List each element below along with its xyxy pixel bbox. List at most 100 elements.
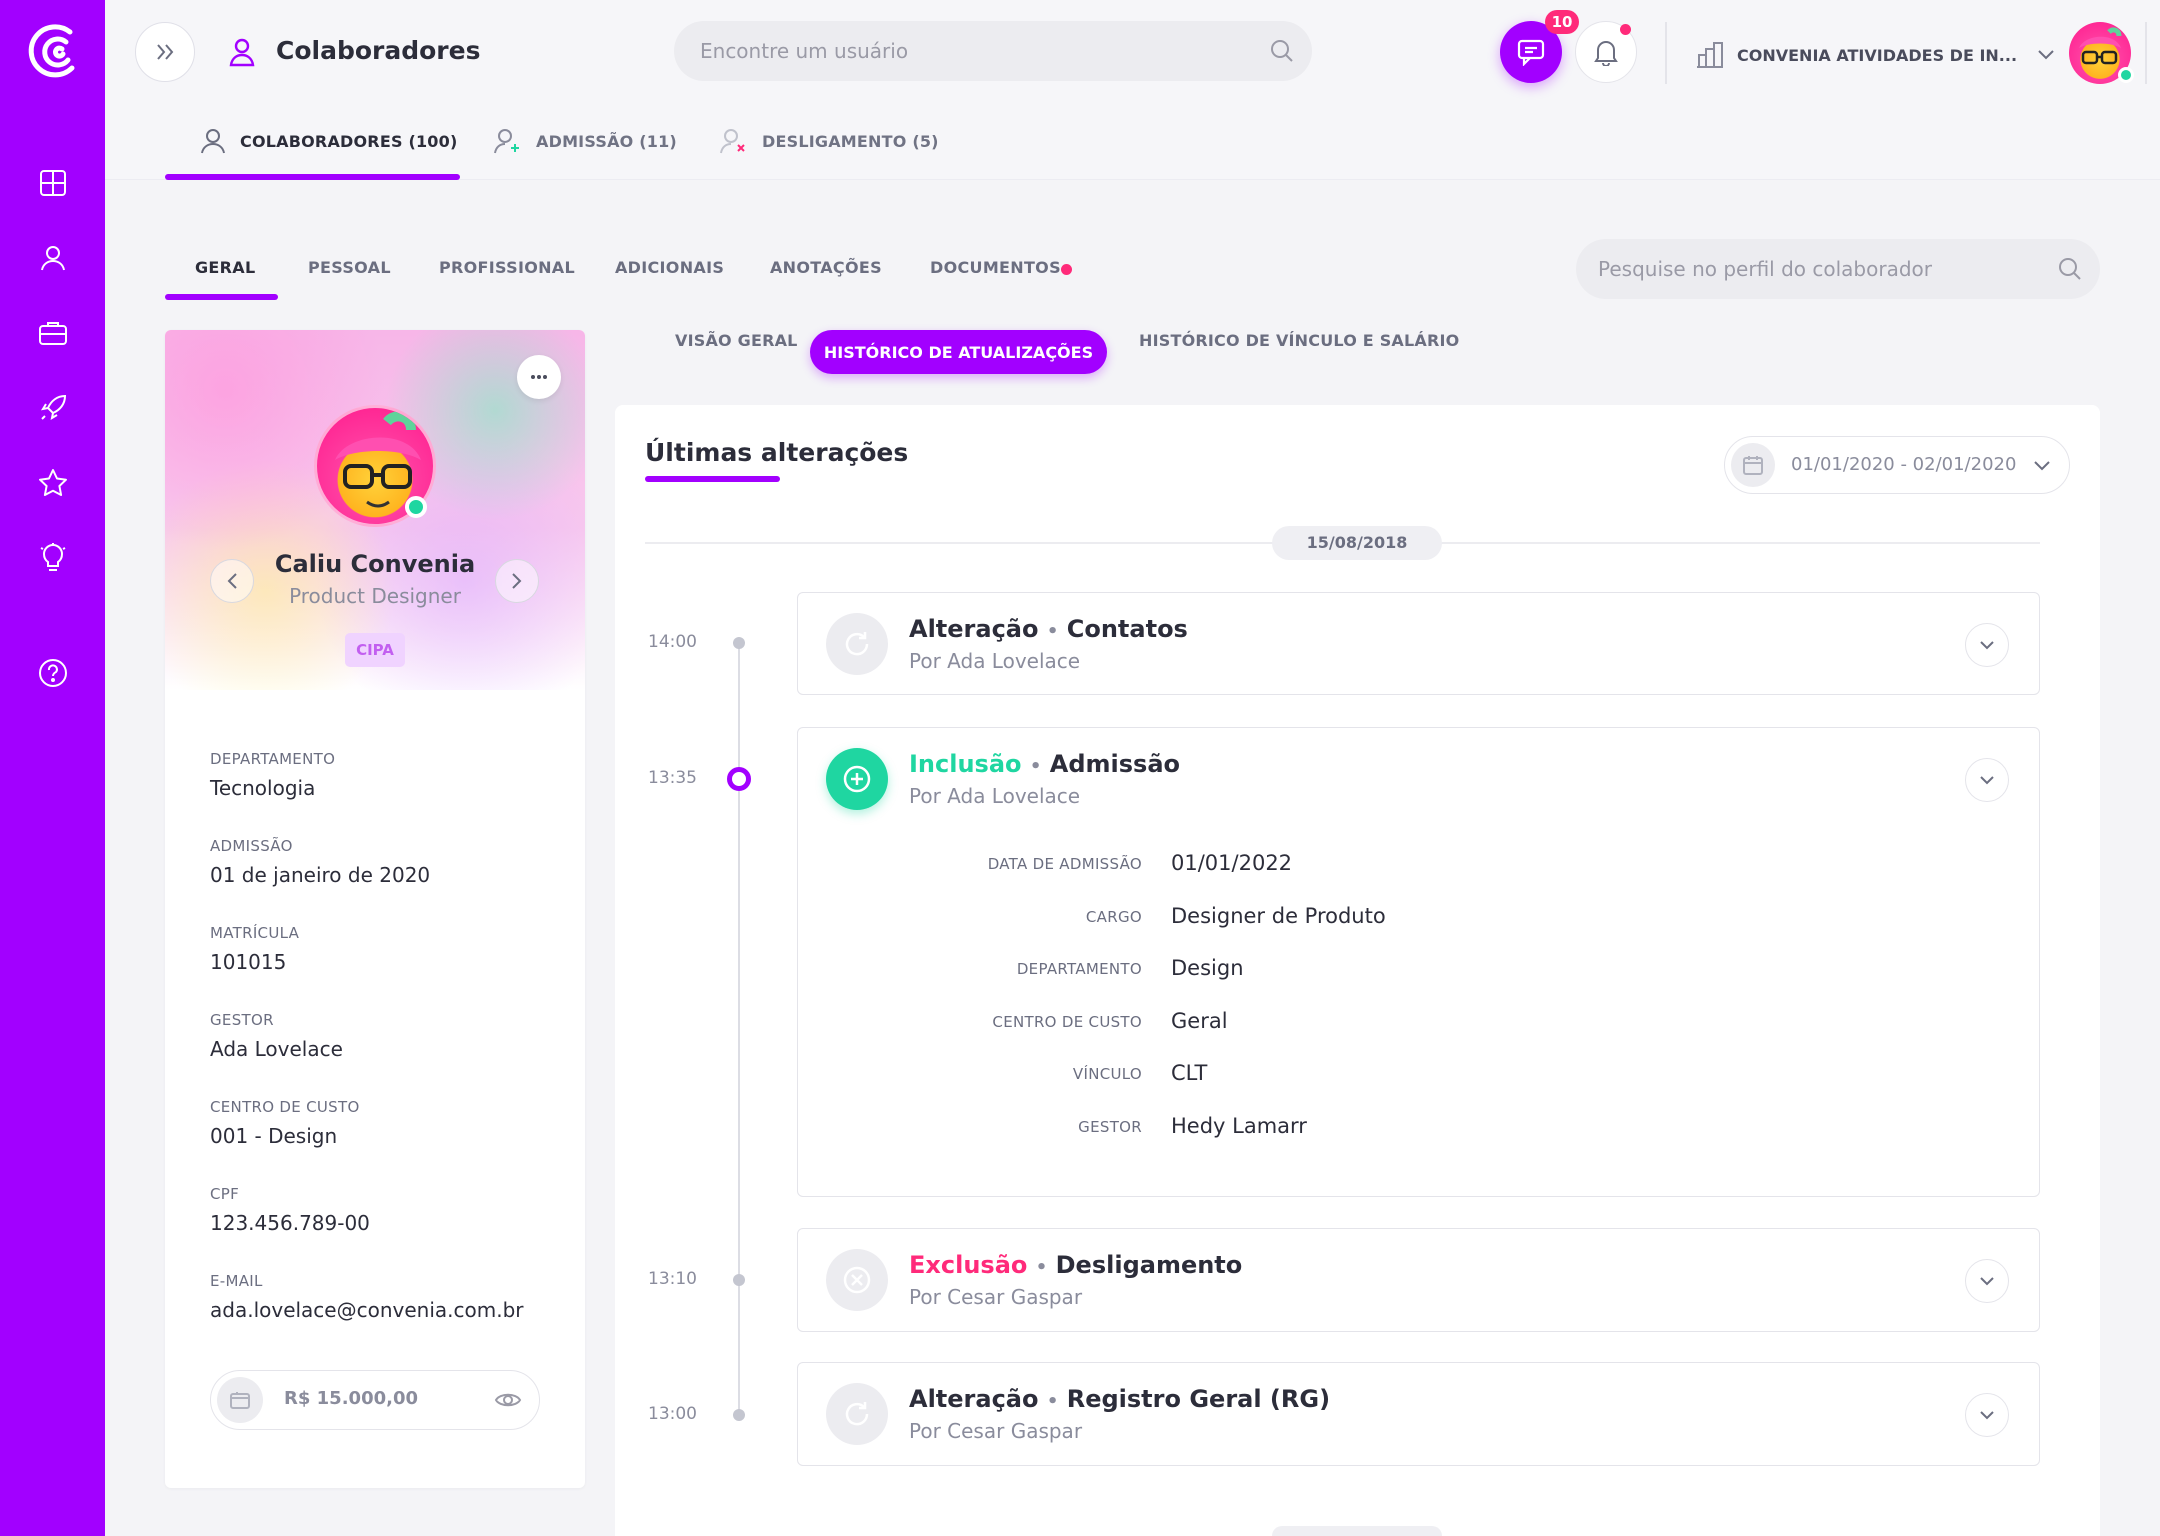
tab-historico-vinculo[interactable]: HISTÓRICO DE VÍNCULO E SALÁRIO [1139, 331, 1459, 350]
briefcase-icon[interactable] [34, 314, 72, 352]
tab-anotacoes[interactable]: ANOTAÇÕES [770, 258, 882, 277]
profile-card: Caliu Convenia Product Designer CIPA DEP… [165, 330, 585, 1488]
tab-geral[interactable]: GERAL [195, 258, 255, 277]
event-time: 13:00 [648, 1404, 697, 1424]
event-title: Exclusão • Desligamento [909, 1251, 1242, 1279]
event-title: Inclusão • Admissão [909, 750, 1180, 778]
event-separator: • [1046, 1391, 1059, 1412]
user-add-icon [494, 129, 519, 154]
field-value-departamento: Tecnologia [210, 776, 316, 800]
load-more-chip[interactable] [1272, 1526, 1442, 1536]
detail-label: DATA DE ADMISSÃO [987, 855, 1142, 873]
cipa-badge: CIPA [345, 633, 405, 667]
field-value-matricula: 101015 [210, 950, 287, 974]
chevron-double-right-icon [157, 44, 174, 60]
eye-icon[interactable] [494, 1390, 522, 1410]
detail-value: 01/01/2022 [1171, 851, 1293, 875]
tab-documentos[interactable]: DOCUMENTOS [930, 258, 1061, 277]
profile-search-input[interactable]: Pesquise no perfil do colaborador [1598, 257, 1932, 281]
event-separator: • [1029, 756, 1042, 777]
active-profile-tab-indicator [165, 294, 278, 300]
field-label-departamento: DEPARTAMENTO [210, 750, 336, 768]
close-circle-icon [826, 1249, 888, 1311]
detail-label: CARGO [1085, 908, 1142, 926]
tab-colaboradores[interactable]: COLABORADORES (100) [200, 129, 457, 154]
tab-pessoal[interactable]: PESSOAL [308, 258, 391, 277]
chevron-down-icon [2034, 461, 2050, 471]
event-separator: • [1046, 621, 1059, 642]
event-subject: Desligamento [1055, 1251, 1243, 1279]
timeline-dot [733, 1409, 745, 1421]
expand-event-button[interactable] [1965, 1393, 2009, 1437]
expand-sidebar-button[interactable] [135, 22, 195, 82]
event-subject: Contatos [1066, 615, 1188, 643]
chevron-down-icon [1980, 1277, 1994, 1286]
user-search[interactable]: Encontre um usuário [674, 21, 1312, 81]
detail-value: Designer de Produto [1171, 904, 1386, 928]
field-label-cpf: CPF [210, 1185, 240, 1203]
expand-event-button[interactable] [1965, 623, 2009, 667]
refresh-icon [826, 1383, 888, 1445]
profile-role: Product Designer [289, 584, 461, 608]
wallet-icon [217, 1377, 263, 1423]
user-search-input[interactable]: Encontre um usuário [700, 39, 908, 63]
tab-adicionais[interactable]: ADICIONAIS [615, 258, 724, 277]
detail-value: Hedy Lamarr [1171, 1114, 1307, 1138]
salary-value: R$ 15.000,00 [284, 1388, 418, 1409]
calendar-icon [1731, 443, 1775, 487]
rocket-icon[interactable] [34, 389, 72, 427]
timeline-line [738, 643, 740, 1413]
profile-search[interactable]: Pesquise no perfil do colaborador [1576, 239, 2100, 299]
timeline-dot [733, 1274, 745, 1286]
event-card[interactable]: Exclusão • Desligamento Por Cesar Gaspar [797, 1228, 2040, 1332]
history-title-underline [645, 476, 780, 482]
user-icon [201, 129, 225, 154]
event-author: Por Cesar Gaspar [909, 1285, 1083, 1309]
help-icon[interactable] [34, 654, 72, 692]
date-range-picker[interactable]: 01/01/2020 - 02/01/2020 [1724, 436, 2070, 494]
event-card[interactable]: Alteração • Registro Geral (RG) Por Cesa… [797, 1362, 2040, 1466]
convenia-logo[interactable] [26, 22, 80, 80]
expand-event-button[interactable] [1965, 758, 2009, 802]
active-tab-indicator [165, 174, 460, 180]
sidebar [0, 0, 105, 1536]
tab-desligamento[interactable]: DESLIGAMENTO (5) [720, 129, 939, 154]
refresh-icon [826, 613, 888, 675]
dashboard-icon[interactable] [34, 164, 72, 202]
event-title: Alteração • Contatos [909, 615, 1188, 643]
event-separator: • [1035, 1257, 1048, 1278]
star-icon[interactable] [34, 464, 72, 502]
detail-label: DEPARTAMENTO [1016, 960, 1142, 978]
event-author: Por Cesar Gaspar [909, 1419, 1083, 1443]
search-icon [2059, 258, 2081, 280]
tab-desligamento-label: DESLIGAMENTO (5) [762, 131, 939, 151]
field-label-email: E-MAIL [210, 1272, 263, 1290]
notification-dot [1620, 24, 1631, 35]
more-horizontal-icon [531, 375, 547, 379]
field-value-gestor: Ada Lovelace [210, 1037, 343, 1061]
header-divider [2145, 22, 2147, 84]
field-label-centro-de-custo: CENTRO DE CUSTO [210, 1098, 360, 1116]
event-subject: Registro Geral (RG) [1066, 1385, 1331, 1413]
tab-admissao[interactable]: ADMISSÃO (11) [494, 129, 677, 154]
tab-historico-atualizacoes[interactable]: HISTÓRICO DE ATUALIZAÇÕES [810, 330, 1107, 374]
user-icon[interactable] [34, 239, 72, 277]
more-options-button[interactable] [517, 355, 561, 399]
chevron-down-icon [1980, 641, 1994, 650]
chat-badge: 10 [1545, 10, 1579, 34]
lightbulb-icon[interactable] [34, 539, 72, 577]
event-time: 13:10 [648, 1269, 697, 1289]
expand-event-button[interactable] [1965, 1259, 2009, 1303]
event-author: Por Ada Lovelace [909, 649, 1081, 673]
field-label-gestor: GESTOR [210, 1011, 274, 1029]
event-time: 13:35 [648, 768, 697, 788]
event-type: Alteração [909, 1385, 1039, 1413]
tab-visao-geral[interactable]: VISÃO GERAL [675, 331, 798, 350]
chevron-down-icon [1980, 776, 1994, 785]
event-type: Inclusão [909, 750, 1022, 778]
tab-historico-atualizacoes-label: HISTÓRICO DE ATUALIZAÇÕES [823, 342, 1094, 362]
add-circle-icon [826, 748, 888, 810]
event-card[interactable]: Alteração • Contatos Por Ada Lovelace [797, 592, 2040, 695]
tab-profissional[interactable]: PROFISSIONAL [439, 258, 575, 277]
page-title: Colaboradores [276, 36, 481, 65]
